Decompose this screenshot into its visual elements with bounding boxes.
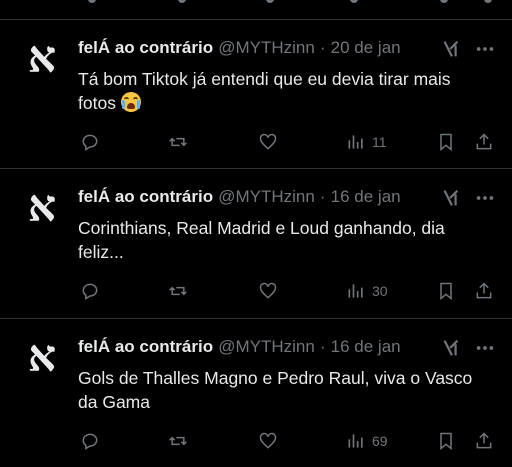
reply-icon (82, 134, 98, 151)
like-icon (259, 133, 277, 150)
display-name[interactable]: felÁ ao contrário (78, 38, 213, 57)
user-handle[interactable]: @MYTHzinn (218, 38, 315, 57)
tweet[interactable]: א felÁ ao contrário @MYTHzinn · 16 de ja… (0, 319, 512, 467)
tweet-text: Corinthians, Real Madrid e Loud ganhando… (78, 218, 445, 262)
reply-icon (82, 283, 98, 300)
views-count: 69 (372, 433, 388, 449)
views-button[interactable]: 30 (346, 279, 388, 303)
share-icon (476, 282, 492, 299)
tweet-date[interactable]: 20 de jan (331, 38, 401, 57)
bookmark-icon (440, 432, 452, 451)
avatar[interactable]: א (22, 185, 62, 229)
bookmark-button[interactable] (436, 279, 456, 303)
grok-icon[interactable] (440, 187, 462, 209)
tweet-header: felÁ ao contrário @MYTHzinn · 20 de jan (78, 38, 428, 58)
views-icon (348, 434, 363, 448)
like-button[interactable] (258, 279, 278, 303)
tweet[interactable]: א felÁ ao contrário @MYTHzinn · 16 de ja… (0, 169, 512, 317)
like-button[interactable] (258, 429, 278, 453)
reply-button[interactable] (80, 279, 100, 303)
share-icon (476, 133, 492, 150)
display-name[interactable]: felÁ ao contrário (78, 187, 213, 206)
views-count: 11 (372, 134, 387, 150)
reply-icon (82, 433, 98, 450)
like-icon (259, 432, 277, 449)
avatar[interactable]: א (22, 36, 62, 80)
bookmark-button[interactable] (436, 130, 456, 154)
like-button[interactable] (258, 130, 278, 154)
tweet-date[interactable]: 16 de jan (331, 337, 401, 356)
action-bar: 11 (78, 130, 498, 154)
share-icon (476, 432, 492, 449)
views-icon (348, 135, 363, 149)
bookmark-icon (440, 282, 452, 301)
views-button[interactable]: 69 (346, 429, 388, 453)
tweet[interactable]: א felÁ ao contrário @MYTHzinn · 20 de ja… (0, 20, 512, 168)
grok-icon[interactable] (440, 337, 462, 359)
display-name[interactable]: felÁ ao contrário (78, 337, 213, 356)
views-icon (348, 284, 363, 298)
separator: · (319, 187, 326, 206)
tweet-text: Gols de Thalles Magno e Pedro Raul, viva… (78, 368, 473, 412)
grok-icon[interactable] (440, 38, 462, 60)
reply-button[interactable] (80, 130, 100, 154)
views-count: 30 (372, 283, 388, 299)
separator: · (319, 38, 326, 57)
more-icon[interactable] (474, 38, 496, 60)
bookmark-button[interactable] (436, 429, 456, 453)
avatar[interactable]: א (22, 335, 62, 379)
user-handle[interactable]: @MYTHzinn (218, 187, 315, 206)
share-button[interactable] (474, 279, 494, 303)
separator: · (319, 337, 326, 356)
tweet-header: felÁ ao contrário @MYTHzinn · 16 de jan (78, 187, 428, 207)
like-icon (259, 282, 277, 299)
retweet-button[interactable] (168, 279, 188, 303)
bookmark-icon (440, 133, 452, 152)
views-button[interactable]: 11 (346, 130, 387, 154)
share-button[interactable] (474, 429, 494, 453)
retweet-icon (169, 286, 187, 296)
tweet-header: felÁ ao contrário @MYTHzinn · 16 de jan (78, 337, 428, 357)
retweet-button[interactable] (168, 130, 188, 154)
action-bar: 30 (78, 279, 498, 303)
tweet-text: Tá bom Tiktok já entendi que eu devia ti… (78, 67, 478, 115)
action-bar: 69 (78, 429, 498, 453)
reply-button[interactable] (80, 429, 100, 453)
more-icon[interactable] (474, 337, 496, 359)
more-icon[interactable] (474, 187, 496, 209)
previous-tweet-actions-partial (0, 0, 512, 8)
retweet-icon (169, 137, 187, 147)
tweet-date[interactable]: 16 de jan (331, 187, 401, 206)
loudly-crying-face-icon (120, 92, 141, 112)
retweet-button[interactable] (168, 429, 188, 453)
share-button[interactable] (474, 130, 494, 154)
user-handle[interactable]: @MYTHzinn (218, 337, 315, 356)
retweet-icon (169, 436, 187, 446)
